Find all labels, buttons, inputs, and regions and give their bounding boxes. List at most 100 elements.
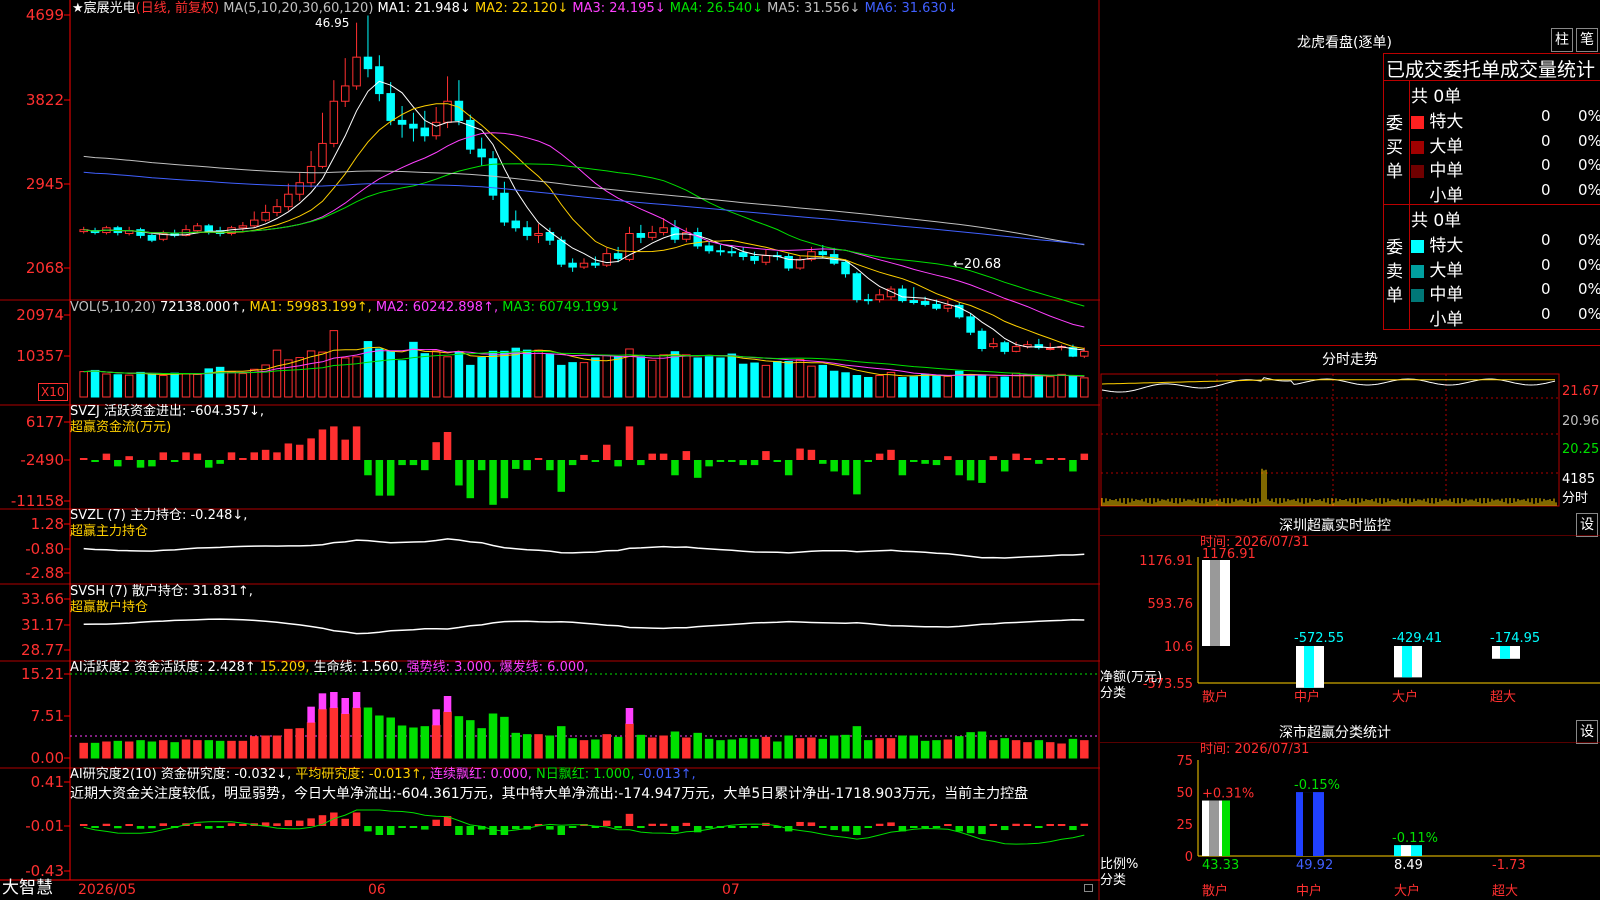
svzj-bar: [443, 432, 452, 460]
svzj-bar: [261, 449, 270, 460]
y-tick: -11158: [11, 492, 64, 510]
buy-row-count: 0: [1541, 156, 1551, 174]
ai-research-bar: [295, 820, 304, 826]
chart-mode[interactable]: (日线, 前复权): [136, 1, 219, 16]
volume-bar: [727, 353, 737, 398]
chart-frame: [0, 0, 1100, 900]
ai-research-bar: [864, 826, 873, 828]
volume-bar: [488, 350, 498, 398]
volume-bar: [249, 368, 259, 398]
intraday-chart[interactable]: 21.67 20.96 20.25 4185 分时: [1100, 368, 1600, 510]
volume-bar: [193, 373, 202, 398]
tick-view-button[interactable]: 笔: [1576, 28, 1598, 52]
svzj-bar: [307, 438, 315, 460]
ai-active-bar: [875, 738, 884, 759]
legend-swatch: [1411, 314, 1424, 327]
ai-active-bar: [204, 740, 214, 759]
candle-body: [511, 220, 521, 229]
ma-value-1: MA1: 21.948↓: [377, 1, 475, 16]
volume-bar: [636, 356, 646, 398]
ai-active-part-0: AI活跃度2 资金活跃度: 2.428↑: [70, 660, 260, 675]
ai-active-bar: [647, 737, 657, 759]
sz-monitor-y-label: 净额(万元): [1100, 670, 1162, 685]
svzj-bar: [739, 460, 747, 466]
bar-view-button[interactable]: 柱: [1551, 28, 1573, 52]
sz-stats-category: 散户: [1202, 883, 1228, 899]
volume-bar: [784, 360, 793, 398]
sell-row-count: 0: [1541, 255, 1551, 274]
candle-body: [977, 330, 987, 349]
divider: [1100, 345, 1600, 346]
volume-bar: [500, 350, 509, 398]
ai-research-bar: [205, 826, 213, 829]
volume-bar: [773, 360, 782, 398]
ai-active-bar: [397, 725, 407, 759]
stock-name[interactable]: ★宸展光电: [72, 1, 136, 16]
ai-active-peak: [330, 692, 338, 708]
sz-monitor-category: 大户: [1392, 689, 1418, 705]
ai-research-bar: [1069, 826, 1077, 831]
volume-bar: [272, 349, 282, 398]
svzj-bar: [682, 451, 691, 460]
ai-active-bar: [113, 740, 123, 759]
svzj-bar: [602, 444, 611, 460]
ai-active-bar: [261, 735, 270, 759]
ai-active-bar: [443, 711, 452, 759]
volume-unit[interactable]: X10: [38, 383, 68, 401]
svzj-bar: [182, 452, 190, 460]
candle-body: [704, 245, 714, 252]
ai-active-bar: [249, 736, 259, 759]
sell-row-label: 中单: [1424, 285, 1464, 305]
vol-ma-value-3: MA3: 60749.199↓: [502, 300, 621, 315]
volume-bar: [875, 375, 884, 398]
candle-body: [500, 192, 509, 223]
svzj-bar: [489, 460, 497, 505]
volume-bar: [159, 375, 168, 398]
ai-research-bar: [648, 823, 656, 826]
volume-bar: [454, 351, 464, 398]
svzj-bar: [114, 460, 122, 467]
y-tick: 3822: [26, 91, 64, 109]
volume-bar: [136, 371, 145, 398]
buy-row-count: 0: [1541, 131, 1551, 150]
y-tick: 10357: [16, 347, 64, 365]
ai-research-bar: [114, 826, 122, 829]
ai-active-bar: [511, 732, 521, 759]
svzj-bar: [591, 460, 600, 462]
ai-research-bar: [807, 822, 816, 826]
main-chart[interactable]: 4699 3822 2945 2068 20974 10357 6177 -2490 -1115…: [0, 0, 1100, 900]
bar-segment: [1222, 800, 1230, 856]
volume-bar: [466, 364, 475, 398]
candle-body: [864, 299, 873, 302]
sz-monitor-title: 深圳超赢实时监控: [1279, 518, 1391, 534]
ai-active-bar: [284, 728, 293, 759]
ai-active-part-1: 15.209,: [259, 660, 314, 675]
volume-bar: [670, 351, 680, 398]
ai-research-bar: [352, 812, 361, 826]
volume-bar: [363, 341, 373, 398]
volume-bar: [750, 362, 759, 398]
bar-segment: [1500, 646, 1510, 659]
volume-bar: [386, 350, 395, 398]
svzj-bar: [136, 460, 145, 468]
sz-stats-settings-button[interactable]: 设: [1576, 720, 1598, 744]
ai-active-bar: [738, 738, 748, 759]
candle-body: [898, 288, 907, 302]
ai-research-bar: [739, 826, 747, 828]
sz-monitor-settings-button[interactable]: 设: [1576, 513, 1598, 537]
sell-row-pct: 0%: [1578, 304, 1600, 323]
candle-body: [352, 56, 361, 87]
ai-research-part-4: -0.013↑,: [638, 767, 696, 782]
ai-active-bar: [306, 722, 316, 759]
svzj-bar: [455, 460, 463, 486]
ai-active-bar: [124, 741, 134, 759]
sz-stats-bottom-label: 43.33: [1202, 858, 1239, 873]
ai-active-bar: [920, 740, 930, 759]
svzj-label: SVZJ 活跃资金进出: -604.357↓,: [70, 404, 265, 419]
x-tick-2: 07: [722, 882, 740, 898]
sz-stats-y-tick: 50: [1176, 786, 1193, 801]
candle-body: [909, 300, 919, 304]
candle-body: [306, 165, 316, 184]
svzj-bar: [784, 460, 793, 476]
ai-active-bar: [602, 734, 611, 759]
